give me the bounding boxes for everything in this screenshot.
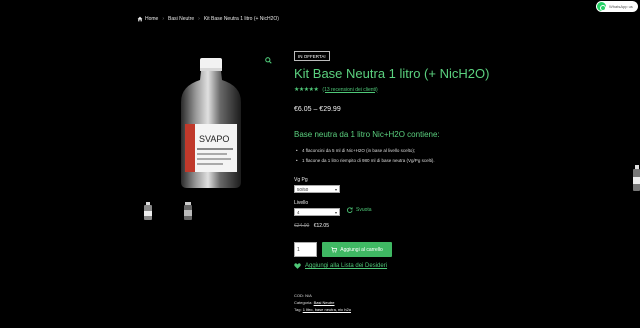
list-item: 4 flaconcini da 5 ml di Nic+H2O (in base… [296, 148, 435, 153]
reset-label: Svuota [356, 207, 372, 213]
add-to-wishlist-link[interactable]: Aggiungi alla Lista dei Desideri [294, 263, 387, 269]
vgpg-label: Vg Pg [294, 177, 308, 183]
quantity-input[interactable]: 1 [294, 242, 317, 257]
zoom-icon[interactable] [265, 57, 272, 64]
add-to-cart-button[interactable]: Aggiungi al carrello [322, 242, 392, 257]
reset-variations-button[interactable]: Svuota [347, 207, 372, 213]
category-link[interactable]: Basi Neutre [314, 300, 335, 305]
sku-label: COD: [294, 293, 304, 298]
chevron-down-icon: ▾ [334, 186, 337, 192]
breadcrumb-category[interactable]: Basi Neutre [168, 16, 194, 22]
whatsapp-icon [597, 2, 606, 11]
old-price: €24.00 [294, 223, 310, 229]
product-rating: ★★★★★ (13 recensioni dei clienti) [294, 86, 378, 94]
breadcrumb-home-label: Home [145, 16, 159, 22]
heart-icon [294, 263, 301, 269]
category-row: Categoria: Basi Neutre [294, 299, 351, 306]
breadcrumb: Home › Basi Neutre › Kit Base Neutra 1 l… [137, 16, 279, 22]
sale-price: €12.05 [313, 223, 329, 229]
tags-row: Tag: 1 litro, base neutra, nic h2o [294, 306, 351, 313]
level-label: Livello [294, 200, 309, 206]
breadcrumb-separator: › [162, 16, 165, 22]
home-icon [137, 16, 143, 22]
tags-label: Tag: [294, 307, 302, 312]
sku-row: COD: N/A [294, 292, 351, 299]
price-range: €6.05 – €29.99 [294, 106, 341, 113]
description-title: Base neutra da 1 litro Nic+H2O contiene: [294, 130, 440, 139]
sale-badge: IN OFFERTA! [294, 51, 330, 61]
wishlist-label: Aggiungi alla Lista dei Desideri [305, 263, 388, 269]
sku-value: N/A [305, 293, 312, 298]
tags-links[interactable]: 1 litro, base neutra, nic h2o [303, 307, 351, 312]
description-list: 4 flaconcini da 5 ml di Nic+H2O (in base… [296, 148, 435, 168]
add-to-cart-label: Aggiungi al carrello [340, 246, 383, 253]
edge-product-image [633, 165, 640, 191]
refresh-icon [347, 207, 353, 213]
product-main-image[interactable]: SVAPO [137, 50, 277, 192]
level-select-value: 4 [297, 209, 300, 215]
breadcrumb-current: Kit Base Neutra 1 litro (+ NicH2O) [203, 16, 279, 22]
breadcrumb-separator: › [198, 16, 200, 22]
list-item: 1 flacone da 1 litro riempito di 980 ml … [296, 158, 435, 163]
whatsapp-button[interactable]: WhatsApp us [596, 1, 638, 12]
product-thumbnails [137, 200, 199, 220]
chevron-down-icon: ▾ [334, 209, 337, 215]
level-select[interactable]: 4 ▾ [294, 208, 340, 216]
breadcrumb-home[interactable]: Home [137, 16, 158, 22]
reviews-link[interactable]: (13 recensioni dei clienti) [322, 87, 377, 93]
variation-price: €24.00 €12.05 [294, 223, 329, 229]
star-rating-icon: ★★★★★ [294, 87, 319, 93]
bottle-brand-label: SVAPO [199, 134, 229, 144]
product-meta: COD: N/A Categoria: Basi Neutre Tag: 1 l… [294, 292, 351, 313]
vgpg-select-value: 50/50 [297, 186, 309, 192]
vgpg-select[interactable]: 50/50 ▾ [294, 185, 340, 193]
whatsapp-label: WhatsApp us [609, 4, 633, 9]
thumbnail-bottle[interactable] [137, 200, 159, 220]
thumbnail-kit[interactable] [177, 200, 199, 220]
product-title: Kit Base Neutra 1 litro (+ NicH2O) [294, 66, 490, 81]
category-label: Categoria: [294, 300, 313, 305]
cart-icon [331, 246, 338, 253]
